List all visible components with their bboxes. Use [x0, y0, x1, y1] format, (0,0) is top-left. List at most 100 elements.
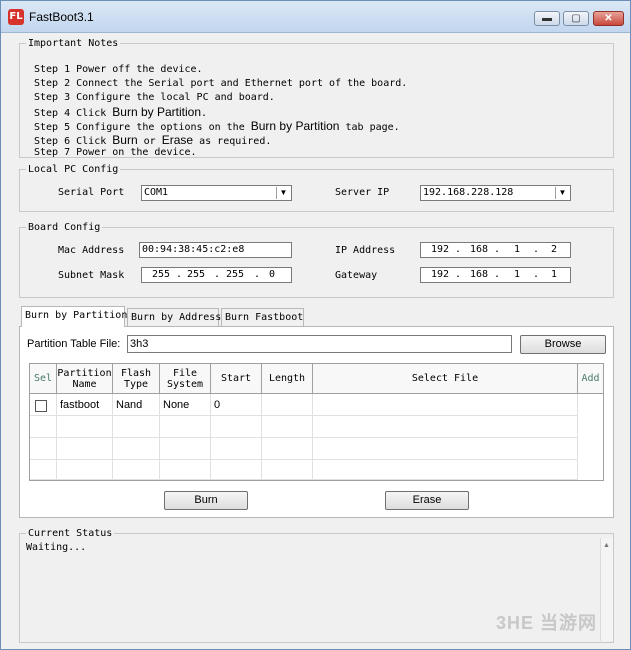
empty-cell [211, 416, 262, 438]
site-watermark: 3HE 当游网 [496, 613, 598, 633]
subnet-dot: . [254, 269, 261, 280]
flash-type-header-line1: Flash [120, 367, 152, 379]
step-3: Step 3 Configure the local PC and board. [34, 92, 275, 103]
gateway-octet-3: 1 [514, 269, 521, 280]
empty-cell [262, 460, 313, 480]
subnet-octet-1: 255 [152, 269, 171, 280]
empty-cell [160, 460, 211, 480]
table-row-checkbox-cell[interactable] [30, 394, 57, 416]
erase-button[interactable]: Erase [385, 491, 469, 510]
empty-cell [113, 416, 160, 438]
table-cell-start[interactable]: 0 [211, 394, 262, 416]
gateway-dot: . [455, 269, 462, 280]
ip-dot: . [494, 244, 501, 255]
browse-button[interactable]: Browse [520, 335, 606, 354]
empty-cell [160, 438, 211, 460]
table-cell-partition-name[interactable]: fastboot [57, 394, 113, 416]
step-6: Step 6 Click Burn or Erase as required. [34, 133, 272, 147]
empty-cell [113, 438, 160, 460]
column-header-select-file[interactable]: Select File [313, 364, 578, 394]
gateway-input[interactable]: 192 . 168 . 1 . 1 [420, 267, 571, 283]
tab-burn-by-address[interactable]: Burn by Address [127, 308, 221, 326]
fastboot-window: FL FastBoot3.1 ▬ ▢ ✕ Important Notes Ste… [0, 0, 631, 650]
step-4: Step 4 Click Burn by Partition. [34, 105, 208, 119]
empty-cell [30, 460, 57, 480]
subnet-mask-label: Subnet Mask [58, 270, 125, 281]
table-cell-select-file[interactable] [313, 394, 578, 416]
tab-burn-by-partition[interactable]: Burn by Partition [21, 306, 127, 327]
ip-octet-4: 2 [551, 244, 558, 255]
ip-dot: . [533, 244, 540, 255]
mac-address-value: 00:94:38:45:c2:e8 [142, 244, 245, 255]
column-header-partition-name[interactable]: Partition Name [57, 364, 113, 394]
subnet-mask-input[interactable]: 255 . 255 . 255 . 0 [141, 267, 292, 283]
window-title: FastBoot3.1 [29, 10, 94, 24]
empty-cell [57, 416, 113, 438]
title-bar[interactable]: FL FastBoot3.1 ▬ ▢ ✕ [1, 1, 630, 33]
add-column-button[interactable]: Add [578, 364, 603, 394]
scroll-up-icon[interactable]: ▲ [603, 542, 610, 549]
ip-address-input[interactable]: 192 . 168 . 1 . 2 [420, 242, 571, 258]
close-button[interactable]: ✕ [593, 11, 624, 26]
flash-type-header-line2: Type [123, 378, 149, 390]
column-header-flash-type[interactable]: Flash Type [113, 364, 160, 394]
partition-table: Sel Partition Name Flash Type File System S… [29, 363, 604, 481]
empty-cell [30, 438, 57, 460]
subnet-dot: . [176, 269, 183, 280]
ip-octet-3: 1 [514, 244, 521, 255]
server-ip-label: Server IP [335, 187, 390, 198]
file-system-header-line1: File [172, 367, 198, 379]
empty-cell [160, 416, 211, 438]
empty-cell [113, 460, 160, 480]
subnet-dot: . [214, 269, 221, 280]
current-status-legend: Current Status [28, 528, 113, 539]
table-cell-flash-type[interactable]: Nand [113, 394, 160, 416]
gateway-octet-1: 192 [431, 269, 450, 280]
board-config-legend: Board Config [28, 222, 101, 233]
empty-cell [211, 460, 262, 480]
serial-port-value: COM1 [144, 187, 169, 198]
subnet-octet-3: 255 [226, 269, 245, 280]
step-2: Step 2 Connect the Serial port and Ether… [34, 78, 408, 89]
empty-cell [211, 438, 262, 460]
empty-cell [57, 438, 113, 460]
maximize-button[interactable]: ▢ [563, 11, 589, 26]
column-header-length[interactable]: Length [262, 364, 313, 394]
chevron-down-icon[interactable]: ▼ [276, 187, 290, 199]
gateway-dot: . [494, 269, 501, 280]
file-system-header-line2: System [166, 378, 204, 390]
empty-cell [313, 416, 578, 438]
tab-burn-fastboot[interactable]: Burn Fastboot [221, 308, 304, 326]
gateway-dot: . [533, 269, 540, 280]
ip-octet-1: 192 [431, 244, 450, 255]
gateway-label: Gateway [335, 270, 378, 281]
partition-table-file-input[interactable]: 3h3 [127, 335, 512, 353]
column-header-sel[interactable]: Sel [30, 364, 57, 394]
partition-name-header-line2: Name [72, 378, 97, 390]
column-header-file-system[interactable]: File System [160, 364, 211, 394]
row-select-checkbox[interactable] [35, 400, 47, 412]
ip-octet-2: 168 [470, 244, 489, 255]
board-config-group: Board Config [19, 222, 614, 298]
important-notes-group: Important Notes Step 1 Power off the dev… [19, 38, 614, 158]
mac-address-label: Mac Address [58, 245, 125, 256]
status-scrollbar[interactable]: ▲ [600, 538, 613, 641]
column-header-start[interactable]: Start [211, 364, 262, 394]
gateway-octet-4: 1 [551, 269, 558, 280]
partition-table-file-value: 3h3 [130, 338, 149, 350]
status-text: Waiting... [26, 542, 87, 553]
server-ip-select[interactable]: 192.168.228.128 ▼ [420, 185, 571, 201]
important-notes-legend: Important Notes [28, 38, 119, 49]
empty-cell [262, 416, 313, 438]
mac-address-input[interactable]: 00:94:38:45:c2:e8 [139, 242, 292, 258]
step-7: Step 7 Power on the device. [34, 147, 197, 158]
empty-cell [57, 460, 113, 480]
minimize-button[interactable]: ▬ [534, 11, 560, 26]
partition-name-header-line1: Partition [57, 367, 112, 379]
table-cell-file-system[interactable]: None [160, 394, 211, 416]
empty-cell [262, 438, 313, 460]
burn-button[interactable]: Burn [164, 491, 248, 510]
serial-port-select[interactable]: COM1 ▼ [141, 185, 292, 201]
table-cell-length[interactable] [262, 394, 313, 416]
chevron-down-icon[interactable]: ▼ [555, 187, 569, 199]
